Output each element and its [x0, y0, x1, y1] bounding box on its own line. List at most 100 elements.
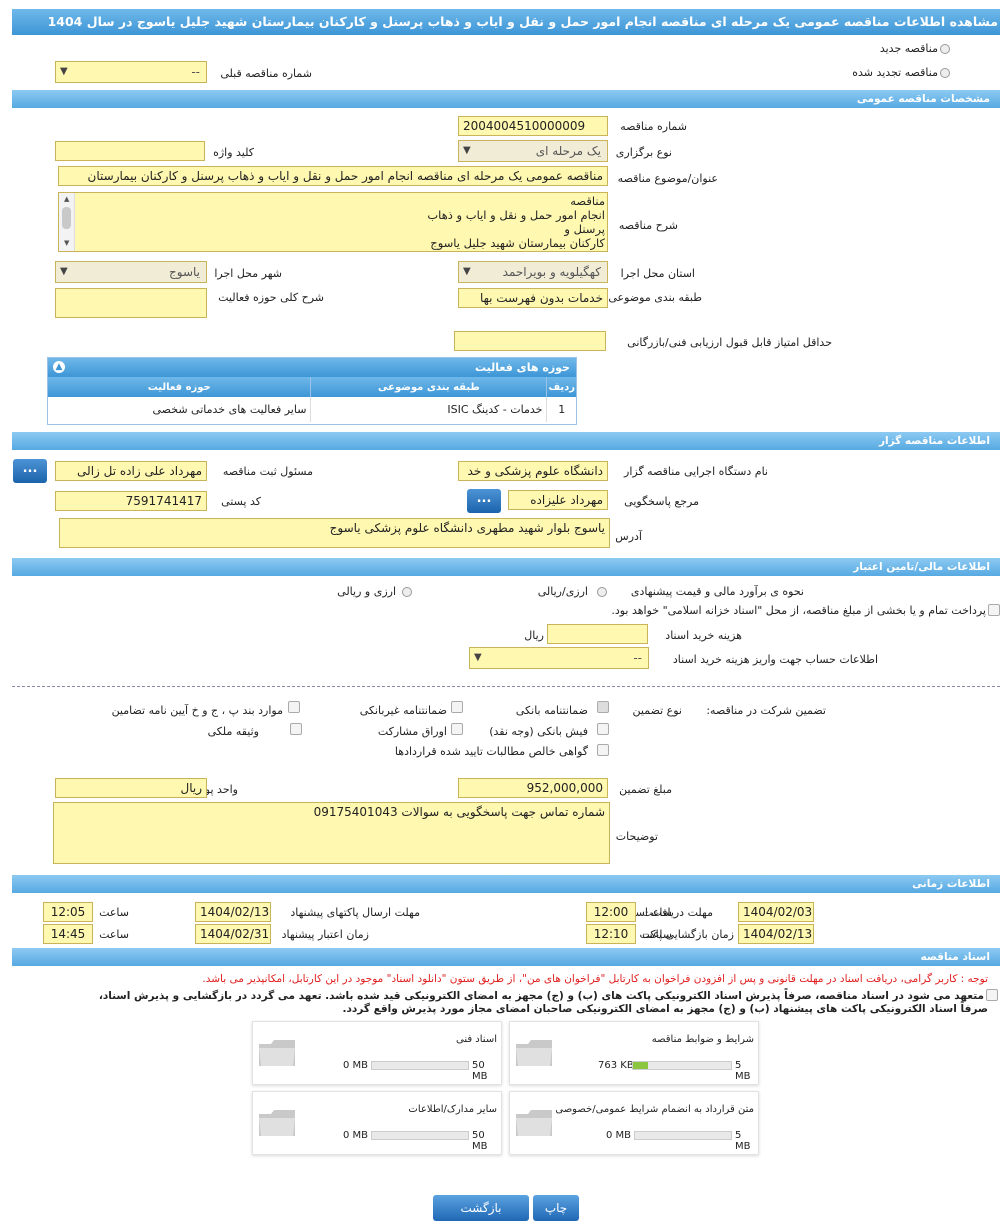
doc-card-name: متن قرارداد به انضمام شرایط عمومی/خصوصی: [555, 1104, 754, 1115]
doc-cost-unit: ریال: [524, 629, 544, 642]
nonbank-guarantee-label: ضمانتنامه غیربانکی: [359, 704, 447, 717]
postal-field[interactable]: 7591741417: [55, 491, 207, 511]
chevron-down-icon: ▼: [463, 145, 471, 156]
org-field[interactable]: دانشگاه علوم پزشکی و خد: [458, 461, 608, 481]
type-select[interactable]: یک مرحله ای ▼: [458, 140, 608, 162]
print-button[interactable]: چاپ: [533, 1195, 579, 1221]
doc-card[interactable]: متن قرارداد به انضمام شرایط عمومی/خصوصی …: [509, 1091, 759, 1155]
prev-number-value: --: [191, 65, 200, 79]
chevron-down-icon: ▼: [60, 266, 68, 277]
send-date-field[interactable]: 1404/02/13: [195, 902, 271, 922]
scope-label: شرح کلی حوزه فعالیت: [218, 291, 324, 304]
officer-field[interactable]: مهرداد علی زاده تل زالی: [55, 461, 207, 481]
postal-label: کد پستی: [221, 495, 261, 508]
currency-field[interactable]: ریال: [55, 778, 207, 798]
doc-card[interactable]: اسناد فنی 0 MB 50 MB: [252, 1021, 502, 1085]
number-field[interactable]: 2004004510000009: [458, 116, 608, 136]
bank-receipt-label: فیش بانکی (وجه نقد): [489, 725, 588, 738]
min-score-field[interactable]: [454, 331, 606, 351]
doc-card-progress-fill: [633, 1062, 648, 1069]
bank-guarantee-checkbox[interactable]: [597, 701, 609, 713]
claims-checkbox[interactable]: [597, 744, 609, 756]
doc-cost-field[interactable]: [547, 624, 648, 644]
desc-scrollbar[interactable]: ▲ ▼: [59, 193, 75, 251]
radio-renewed[interactable]: [940, 68, 950, 78]
folder-icon: [259, 1110, 295, 1136]
section-docs: اسناد مناقصه: [12, 948, 1000, 966]
subject-field[interactable]: مناقصه عمومی یک مرحله ای مناقصه انجام ام…: [58, 166, 608, 186]
desc-textarea[interactable]: ▲ ▼ مناقصه انجام امور حمل و نقل و ایاب و…: [58, 192, 608, 252]
min-score-label: حداقل امتیاز قابل قبول ارزیابی فنی/بازرگ…: [627, 336, 832, 349]
desc-line: کارکنان بیمارستان شهید جلیل یاسوج: [430, 236, 605, 250]
doc-card[interactable]: سایر مدارک/اطلاعات 0 MB 50 MB: [252, 1091, 502, 1155]
reference-field[interactable]: مهرداد علیزاده: [508, 490, 608, 510]
nonbank-guarantee-checkbox[interactable]: [451, 701, 463, 713]
doc-cost-label: هزینه خرید اسناد: [665, 629, 742, 642]
city-value: یاسوج: [169, 265, 200, 279]
back-button[interactable]: بازگشت: [433, 1195, 529, 1221]
chevron-down-icon: ▼: [474, 652, 482, 663]
prev-number-select[interactable]: -- ▼: [55, 61, 207, 83]
receive-time-field[interactable]: 12:00: [586, 902, 636, 922]
chevron-down-icon: ▼: [463, 266, 471, 277]
doc-card-progress: [632, 1061, 732, 1070]
commit-line-2: صرفاً اسناد الکترونیکی پاکت های پیشنهاد …: [342, 1003, 988, 1015]
bonds-checkbox[interactable]: [451, 723, 463, 735]
bonds-label: اوراق مشارکت: [377, 725, 447, 738]
doc-card-max: 50 MB: [472, 1130, 488, 1152]
officer-label: مسئول ثبت مناقصه: [222, 465, 313, 478]
radio-rial[interactable]: [597, 587, 607, 597]
account-select[interactable]: -- ▼: [469, 647, 649, 669]
scope-field[interactable]: [55, 288, 207, 318]
number-label: شماره مناقصه: [620, 120, 687, 133]
items-checkbox[interactable]: [288, 701, 300, 713]
type-value: یک مرحله ای: [535, 144, 601, 158]
validity-date-field[interactable]: 1404/02/31: [195, 924, 271, 944]
radio-new[interactable]: [940, 44, 950, 54]
activity-panel-header: حوزه های فعالیت ▲: [48, 358, 576, 377]
doc-card-max: 5 MB: [735, 1060, 751, 1082]
chevron-down-icon: ▼: [60, 66, 68, 77]
col-category: طبقه بندی موضوعی: [310, 377, 547, 397]
guarantee-label: تضمین شرکت در مناقصه:: [706, 704, 826, 717]
send-time-field[interactable]: 12:05: [43, 902, 93, 922]
folder-icon: [516, 1110, 552, 1136]
city-label: شهر محل اجرا: [214, 267, 282, 280]
bank-receipt-checkbox[interactable]: [597, 723, 609, 735]
address-field[interactable]: یاسوج بلوار شهید مطهری دانشگاه علوم پزشک…: [59, 518, 610, 548]
scroll-down-icon[interactable]: ▼: [64, 239, 69, 247]
category-label: طبقه بندی موضوعی: [608, 291, 702, 304]
validity-time-field[interactable]: 14:45: [43, 924, 93, 944]
property-checkbox[interactable]: [290, 723, 302, 735]
notes-field[interactable]: شماره تماس جهت پاسخگویی به سوالات 091754…: [53, 802, 610, 864]
reference-label: مرجع پاسخگویی: [624, 495, 699, 508]
province-select[interactable]: کهگیلویه و بویراحمد ▼: [458, 261, 608, 283]
keyword-label: کلید واژه: [213, 146, 254, 159]
scroll-up-icon[interactable]: ▲: [64, 195, 69, 203]
col-activity: حوزه فعالیت: [147, 381, 211, 393]
opening-time-field[interactable]: 12:10: [586, 924, 636, 944]
table-header-row: ردیف طبقه بندی موضوعی حوزه فعالیت: [48, 377, 576, 397]
col-row: ردیف: [546, 377, 576, 397]
city-select[interactable]: یاسوج ▼: [55, 261, 207, 283]
table-row[interactable]: 1 خدمات - کدینگ ISIC سایر فعالیت های خدم…: [48, 397, 576, 422]
notes-label: توضیحات: [615, 830, 658, 843]
doc-card-max: 50 MB: [472, 1060, 488, 1082]
collapse-icon[interactable]: ▲: [53, 361, 65, 373]
category-field[interactable]: خدمات بدون فهرست بها: [458, 288, 608, 308]
commit-checkbox[interactable]: [986, 989, 998, 1001]
reference-lookup-button[interactable]: ...: [467, 489, 501, 513]
scroll-thumb[interactable]: [62, 207, 71, 229]
officer-lookup-button[interactable]: ...: [13, 459, 47, 483]
keyword-field[interactable]: [55, 141, 205, 161]
opening-date-field[interactable]: 1404/02/13: [738, 924, 814, 944]
address-label: آدرس: [615, 530, 642, 543]
doc-card-name: اسناد فنی: [456, 1034, 497, 1045]
province-value: کهگیلویه و بویراحمد: [502, 265, 601, 279]
amount-field[interactable]: 952,000,000: [458, 778, 608, 798]
receive-date-field[interactable]: 1404/02/03: [738, 902, 814, 922]
radio-fx[interactable]: [402, 587, 412, 597]
doc-card[interactable]: شرایط و ضوابط مناقصه 763 KB 5 MB: [509, 1021, 759, 1085]
doc-card-max: 5 MB: [735, 1130, 751, 1152]
treasury-checkbox[interactable]: [988, 604, 1000, 616]
